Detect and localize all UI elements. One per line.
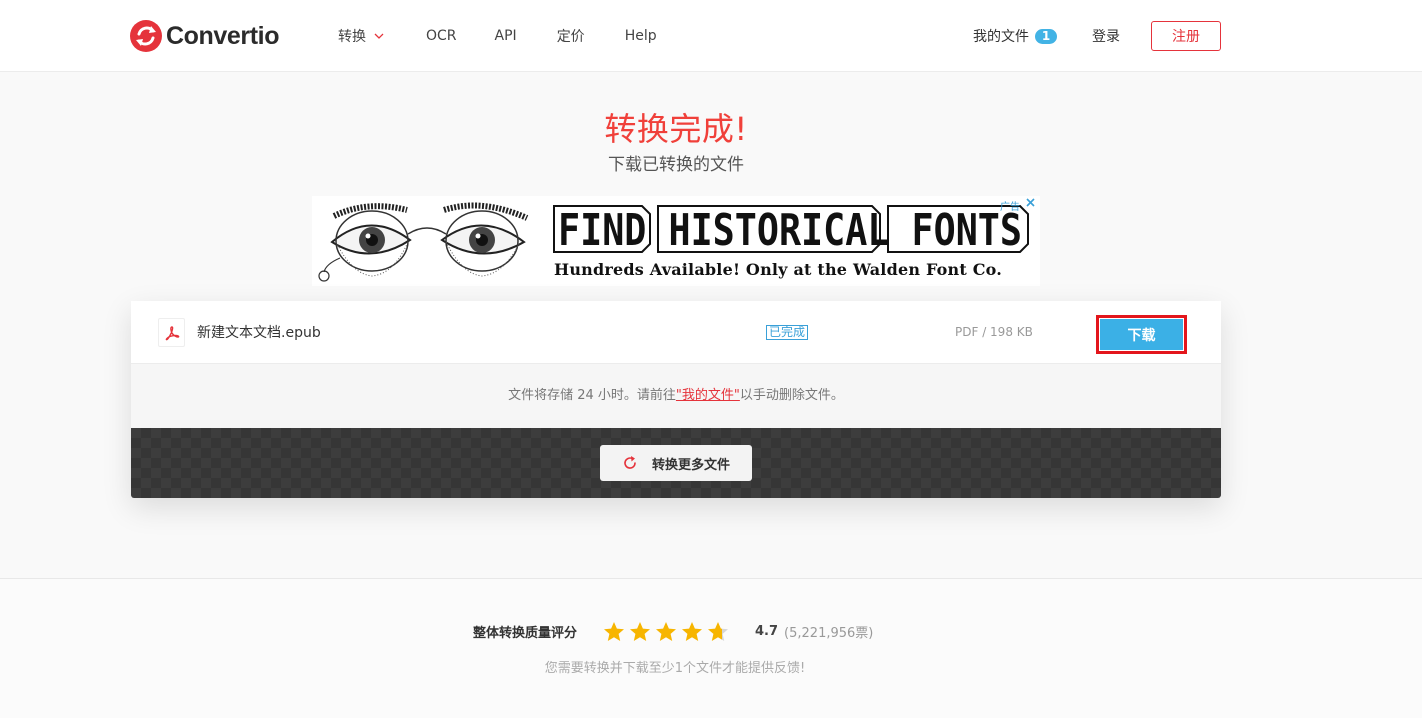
- login-link[interactable]: 登录: [1092, 26, 1120, 46]
- nav-ocr[interactable]: OCR: [426, 26, 457, 46]
- file-row: 新建文本文档.epub 已完成 PDF / 198 KB 下载: [131, 301, 1221, 364]
- nav-convert-label: 转换: [338, 29, 366, 45]
- rating-footer: 整体转换质量评分 4.7 (5,221,956票) 您需要转换并下载至少1个文件…: [0, 578, 1422, 718]
- download-button[interactable]: 下载: [1100, 319, 1183, 350]
- rating-score: 4.7: [755, 623, 779, 639]
- ad-label: 广告: [1000, 202, 1020, 213]
- rating-votes: (5,221,956票): [784, 625, 874, 641]
- main-nav: 转换 OCR API 定价 Help: [338, 26, 657, 46]
- chevron-down-icon: [374, 33, 384, 39]
- convert-more-label: 转换更多文件: [651, 457, 730, 473]
- status-badge: 已完成: [766, 325, 809, 340]
- rating-row: 整体转换质量评分 4.7 (5,221,956票): [473, 619, 873, 643]
- star-icon: [656, 621, 677, 641]
- my-files-note-link[interactable]: "我的文件": [676, 388, 740, 403]
- close-icon[interactable]: [1025, 197, 1036, 208]
- page-subtitle: 下载已转换的文件: [608, 155, 744, 175]
- nav-convert[interactable]: 转换: [338, 26, 384, 46]
- file-name: 新建文本文档.epub: [197, 325, 321, 341]
- rating-label: 整体转换质量评分: [473, 625, 578, 641]
- storage-note: 文件将存储 24 小时。请前往"我的文件"以手动删除文件。: [131, 364, 1221, 428]
- ad-headline: FIND HISTORICAL FONTS: [553, 205, 1029, 256]
- star-icon: [604, 621, 625, 641]
- file-size: PDF / 198 KB: [955, 325, 1033, 339]
- nav-help[interactable]: Help: [625, 26, 657, 46]
- my-files-label: 我的文件: [973, 29, 1029, 45]
- signup-button[interactable]: 注册: [1151, 21, 1221, 51]
- storage-note-text: 文件将存储 24 小时。请前往: [508, 388, 676, 403]
- my-files-link[interactable]: 我的文件 1: [973, 26, 1057, 46]
- convert-more-bar: 转换更多文件: [131, 428, 1221, 498]
- ad-banner[interactable]: FIND HISTORICAL FONTS Hundreds Available…: [312, 196, 1040, 286]
- star-icon: [708, 621, 729, 641]
- feedback-note: 您需要转换并下载至少1个文件才能提供反馈!: [544, 661, 806, 676]
- conversion-result-card: 新建文本文档.epub 已完成 PDF / 198 KB 下载 文件将存储 24…: [131, 301, 1221, 498]
- eyes-with-pince-nez-illustration: [318, 202, 529, 282]
- rating-stars: [603, 621, 733, 642]
- nav-api[interactable]: API: [495, 26, 517, 46]
- acrobat-icon: [165, 325, 179, 340]
- my-files-count-badge: 1: [1035, 28, 1057, 44]
- account-nav: 我的文件 1 登录 注册: [973, 21, 1221, 51]
- page-title: 转换完成!: [604, 110, 748, 148]
- ad-subline: Hundreds Available! Only at the Walden F…: [554, 260, 1002, 279]
- star-icon: [630, 621, 651, 641]
- pdf-file-icon: [158, 318, 185, 347]
- star-icon: [682, 621, 703, 641]
- storage-note-text-end: 以手动删除文件。: [739, 388, 844, 403]
- convert-more-button[interactable]: 转换更多文件: [600, 445, 752, 481]
- ad-headline-text: FIND HISTORICAL FONTS: [558, 205, 1022, 256]
- top-header: Convertio 转换 OCR API 定价 Help 我的文件 1 登录 注…: [0, 0, 1422, 72]
- convertio-logo[interactable]: Convertio: [130, 20, 279, 52]
- nav-pricing[interactable]: 定价: [557, 26, 585, 46]
- convertio-logo-icon: [130, 20, 162, 52]
- refresh-icon: [624, 456, 636, 469]
- brand-name: Convertio: [166, 21, 280, 50]
